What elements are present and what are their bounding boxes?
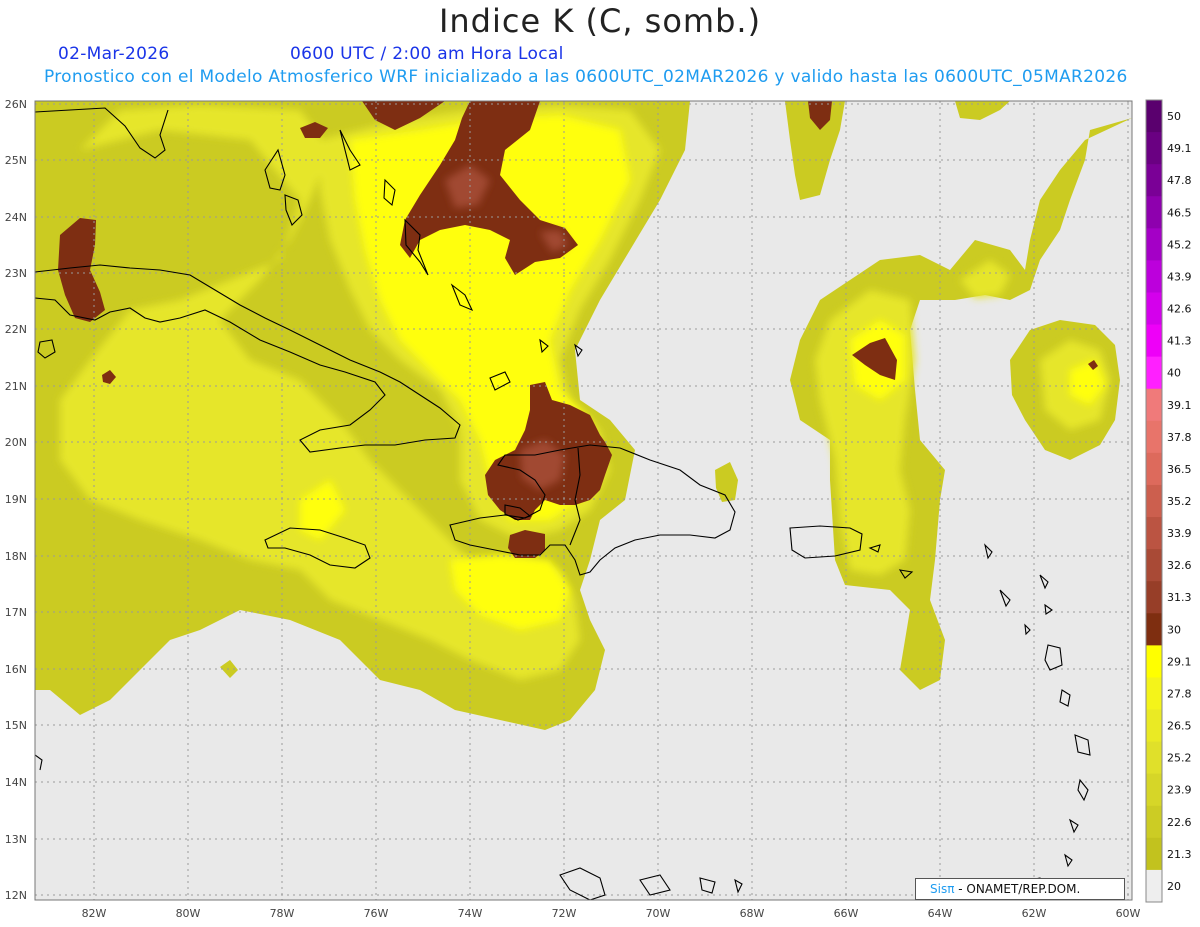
colorbar-swatch [1146,837,1162,871]
colorbar-label: 26.5 [1167,720,1192,733]
colorbar-swatch [1146,677,1162,711]
colorbar-swatch [1146,741,1162,775]
colorbar-label: 32.6 [1167,559,1192,572]
lat-label: 12N [5,889,27,902]
lon-label: 74W [458,907,483,920]
colorbar-swatch [1146,356,1162,390]
colorbar-label: 25.2 [1167,752,1192,765]
lon-label: 68W [740,907,765,920]
lon-label: 78W [270,907,295,920]
colorbar-label: 20 [1167,880,1181,893]
colorbar-label: 40 [1167,367,1181,380]
colorbar-label: 31.3 [1167,591,1192,604]
lat-label: 18N [5,550,27,563]
colorbar-label: 30 [1167,623,1181,636]
colorbar-label: 41.3 [1167,335,1192,348]
colorbar-label: 45.2 [1167,238,1192,251]
colorbar-swatch [1146,517,1162,550]
latitude-axis: 26N 25N 24N 23N 22N 21N 20N 19N 18N 17N … [5,98,27,902]
colorbar-label: 46.5 [1167,206,1192,219]
colorbar-swatch [1146,164,1162,197]
colorbar: 50 49.1 47.8 46.5 45.2 43.9 42.6 41.3 40 39.1 37.8… [1145,99,1192,903]
lat-label: 14N [5,776,27,789]
colorbar-swatch [1146,549,1162,582]
colorbar-swatch [1146,260,1162,293]
lat-label: 16N [5,663,27,676]
colorbar-label: 22.6 [1167,816,1192,829]
lat-label: 21N [5,380,27,393]
colorbar-label: 37.8 [1167,431,1192,444]
colorbar-swatch [1146,581,1162,614]
lon-label: 66W [834,907,859,920]
lat-label: 15N [5,719,27,732]
lon-label: 62W [1022,907,1047,920]
colorbar-label: 36.5 [1167,463,1192,476]
colorbar-label: 23.9 [1167,784,1192,797]
lat-label: 24N [5,211,27,224]
lon-label: 76W [364,907,389,920]
lon-label: 72W [552,907,577,920]
lat-label: 13N [5,833,27,846]
colorbar-label: 42.6 [1167,303,1192,316]
colorbar-label: 39.1 [1167,399,1192,412]
lat-label: 17N [5,606,27,619]
colorbar-swatch [1146,805,1162,839]
colorbar-label: 35.2 [1167,495,1192,508]
colorbar-label: 27.8 [1167,687,1192,700]
lon-label: 60W [1116,907,1141,920]
lat-label: 19N [5,493,27,506]
colorbar-swatch [1146,709,1162,743]
credit-box: Sisπ - ONAMET/REP.DOM. [915,878,1125,900]
k-index-map: 26N 25N 24N 23N 22N 21N 20N 19N 18N 17N … [5,98,1192,920]
colorbar-swatch [1146,484,1162,518]
colorbar-label: 21.3 [1167,848,1192,861]
lat-label: 23N [5,267,27,280]
lon-label: 70W [646,907,671,920]
colorbar-swatch [1146,645,1162,678]
lat-label: 22N [5,323,27,336]
lat-label: 26N [5,98,27,111]
lat-label: 25N [5,154,27,167]
lat-label: 20N [5,436,27,449]
colorbar-label: 33.9 [1167,527,1192,540]
colorbar-swatch [1146,773,1162,807]
colorbar-swatch [1146,388,1162,422]
colorbar-label: 29.1 [1167,655,1192,668]
colorbar-swatch [1146,452,1162,486]
colorbar-swatch [1146,324,1162,358]
colorbar-label: 47.8 [1167,174,1192,187]
lon-label: 82W [82,907,107,920]
colorbar-swatch [1146,420,1162,454]
lon-label: 80W [176,907,201,920]
colorbar-label: 50 [1167,110,1181,123]
colorbar-swatch [1146,613,1162,646]
credit-organization: - ONAMET/REP.DOM. [954,882,1081,896]
colorbar-swatch [1146,132,1162,165]
lon-label: 64W [928,907,953,920]
colorbar-label: 49.1 [1167,142,1192,155]
colorbar-swatch [1146,869,1162,903]
longitude-axis: 82W 80W 78W 76W 74W 72W 70W 68W 66W 64W … [82,907,1141,920]
colorbar-swatch [1146,228,1162,261]
colorbar-swatch [1146,100,1162,133]
colorbar-swatch [1146,196,1162,229]
colorbar-label: 43.9 [1167,270,1192,283]
sispi-logo-text: Sisπ [930,882,955,896]
colorbar-swatch [1146,292,1162,326]
